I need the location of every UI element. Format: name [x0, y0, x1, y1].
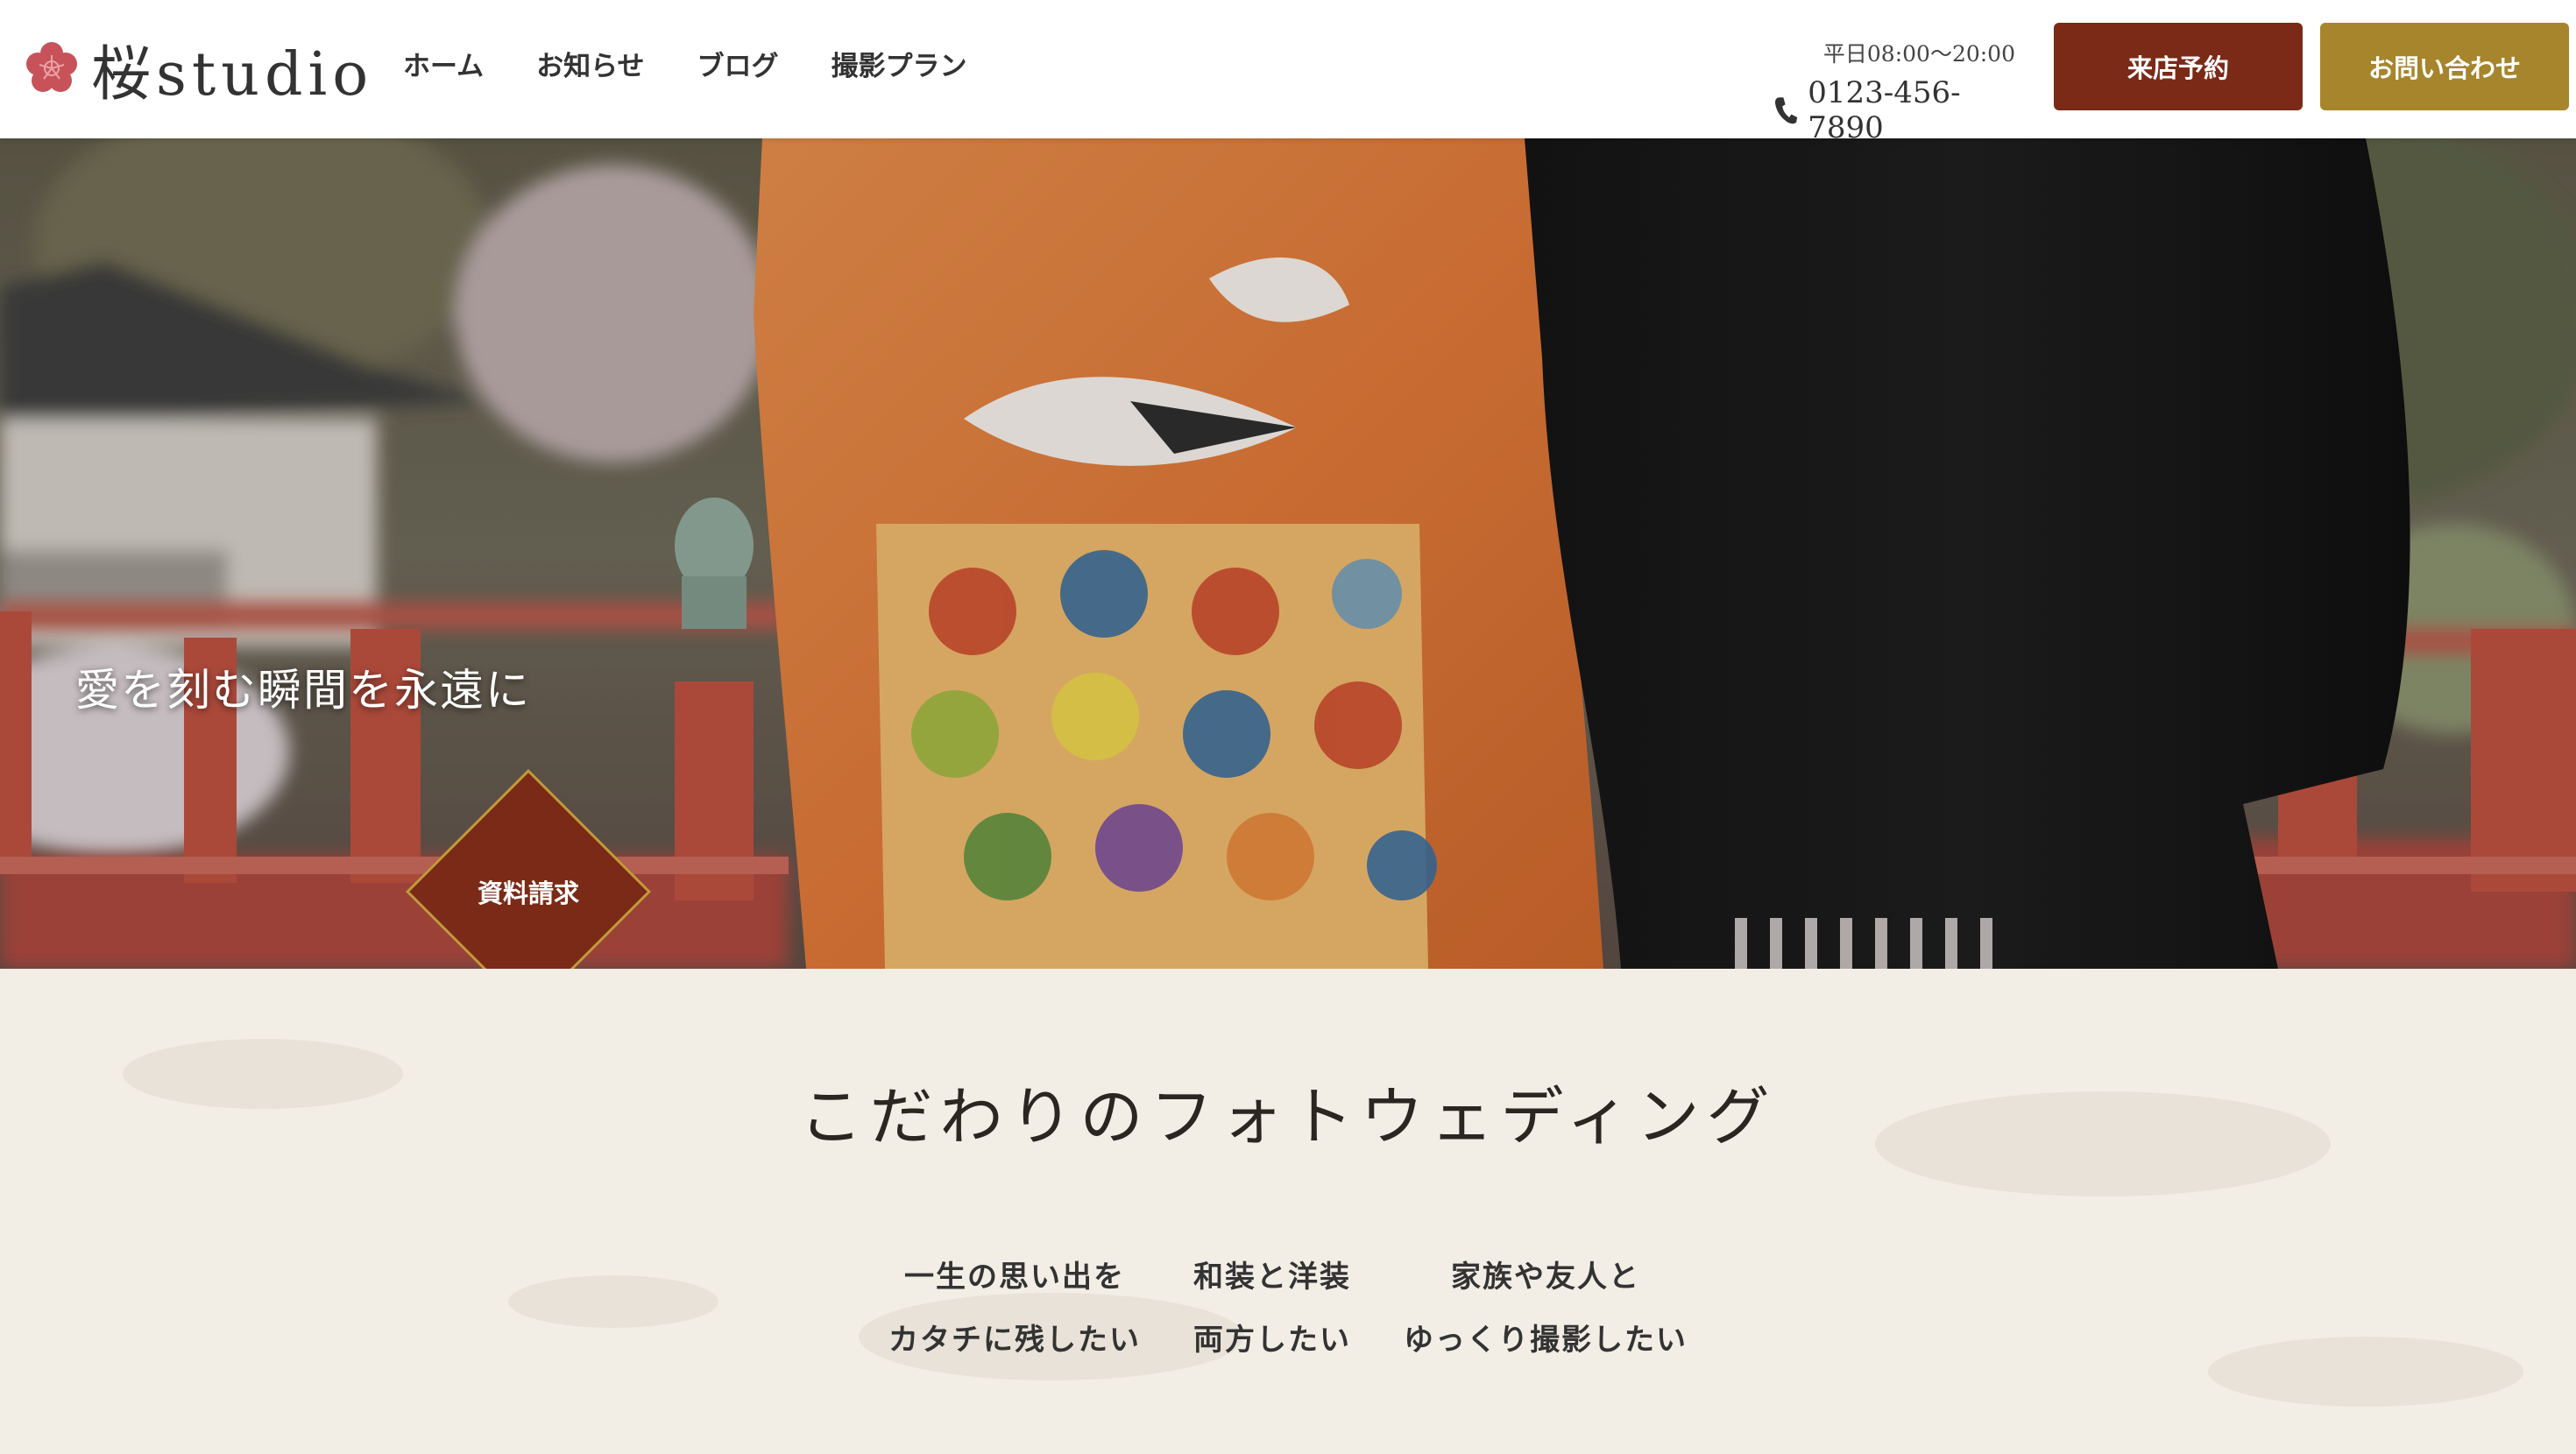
feature-item: 和装と洋装 両方したい	[1193, 1246, 1351, 1372]
feature-item: 家族や友人と ゆっくり撮影したい	[1404, 1246, 1688, 1372]
request-brochure-label: 資料請求	[477, 879, 579, 908]
main-nav: ホーム お知らせ ブログ 撮影プラン	[403, 44, 966, 83]
logo[interactable]: 桜studio	[25, 26, 373, 110]
feature-list: 一生の思い出を カタチに残したい 和装と洋装 両方したい 家族や友人と ゆっくり…	[0, 1246, 2576, 1372]
nav-blog[interactable]: ブログ	[697, 44, 778, 83]
phone-number[interactable]: 0123-456-7890	[1773, 75, 2015, 145]
logo-text: 桜studio	[91, 39, 374, 109]
business-hours: 平日08:00〜20:00	[1822, 41, 2015, 67]
feature-line: 一生の思い出を	[904, 1260, 1125, 1295]
nav-news[interactable]: お知らせ	[536, 44, 644, 83]
section-title: こだわりのフォトウェディング	[799, 1080, 1777, 1154]
feature-line: 家族や友人と	[1451, 1260, 1640, 1295]
store-reservation-button[interactable]: 来店予約	[2054, 23, 2303, 110]
feature-line: カタチに残したい	[888, 1323, 1141, 1358]
feature-line: ゆっくり撮影したい	[1404, 1323, 1688, 1358]
contact-button[interactable]: お問い合わせ	[2320, 23, 2569, 110]
nav-plans[interactable]: 撮影プラン	[831, 44, 966, 83]
feature-line: 和装と洋装	[1193, 1260, 1351, 1295]
request-brochure-button[interactable]: 資料請求	[405, 768, 652, 969]
plum-blossom-icon	[26, 42, 77, 92]
feature-item: 一生の思い出を カタチに残したい	[888, 1246, 1141, 1372]
hero-photo	[0, 138, 2576, 969]
features-section: こだわりのフォトウェディング 一生の思い出を カタチに残したい 和装と洋装 両方…	[0, 969, 2576, 1454]
site-header: 桜studio ホーム お知らせ ブログ 撮影プラン 平日08:00〜20:00…	[0, 0, 2576, 145]
feature-line: 両方したい	[1193, 1323, 1351, 1358]
phone-icon	[1774, 97, 1798, 124]
hero-banner: 愛を刻む瞬間を永遠に 資料請求	[0, 138, 2576, 969]
nav-home[interactable]: ホーム	[403, 44, 484, 83]
paper-texture	[0, 969, 2576, 1454]
hero-catchphrase: 愛を刻む瞬間を永遠に	[75, 665, 531, 716]
phone-number-text: 0123-456-7890	[1808, 75, 1961, 145]
